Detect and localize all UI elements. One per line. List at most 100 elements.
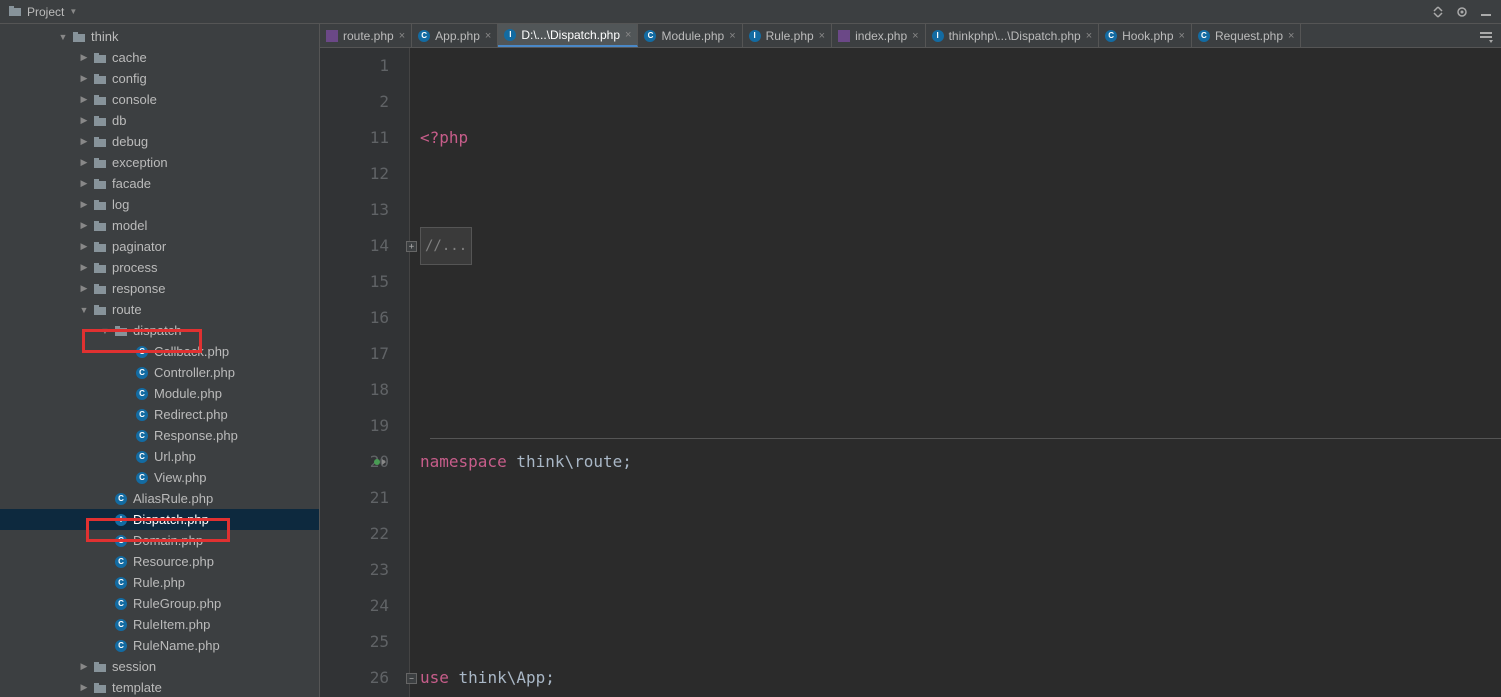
- tree-folder[interactable]: ▶ paginator: [0, 236, 319, 257]
- tree-label: db: [112, 113, 126, 128]
- folder-icon: [93, 681, 107, 695]
- tree-folder-think[interactable]: ▼ think: [0, 26, 319, 47]
- folder-icon: [93, 114, 107, 128]
- chevron-right-icon: ▶: [79, 200, 89, 210]
- tree-file[interactable]: CModule.php: [0, 383, 319, 404]
- tree-folder[interactable]: ▶config: [0, 68, 319, 89]
- tree-label: session: [112, 659, 156, 674]
- tree-folder[interactable]: ▶cache: [0, 47, 319, 68]
- close-icon[interactable]: ×: [625, 29, 631, 41]
- tree-file[interactable]: CView.php: [0, 467, 319, 488]
- class-icon: C: [114, 597, 128, 611]
- tree-file[interactable]: CController.php: [0, 362, 319, 383]
- editor-tab[interactable]: ID:\...\Dispatch.php×: [498, 24, 638, 47]
- folder-icon: [114, 324, 128, 338]
- folded-comment[interactable]: //...: [420, 227, 472, 265]
- line-number: 22: [320, 516, 389, 552]
- code-editor[interactable]: 121112131415161718192021222324252627 <?p…: [320, 48, 1501, 697]
- tree-file-dispatch-php[interactable]: I Dispatch.php: [0, 509, 319, 530]
- folder-icon: [93, 282, 107, 296]
- close-icon[interactable]: ×: [912, 30, 918, 42]
- close-icon[interactable]: ×: [1288, 30, 1294, 42]
- tree-file[interactable]: CUrl.php: [0, 446, 319, 467]
- gear-icon[interactable]: [1455, 5, 1469, 19]
- tree-folder[interactable]: ▶console: [0, 89, 319, 110]
- editor-area: route.php×CApp.php×ID:\...\Dispatch.php×…: [320, 24, 1501, 697]
- tree-label: View.php: [154, 470, 207, 485]
- editor-tab[interactable]: route.php×: [320, 24, 412, 47]
- tabbar-overflow[interactable]: [1471, 24, 1501, 47]
- tree-label: Url.php: [154, 449, 196, 464]
- folder-icon: [93, 198, 107, 212]
- tree-folder[interactable]: ▶exception: [0, 152, 319, 173]
- minimize-icon[interactable]: [1479, 5, 1493, 19]
- tree-folder-route[interactable]: ▼ route: [0, 299, 319, 320]
- class-icon: C: [114, 639, 128, 653]
- folder-icon: [93, 156, 107, 170]
- fold-expand-icon[interactable]: +: [406, 241, 417, 252]
- implements-marker-icon[interactable]: [373, 455, 387, 469]
- close-icon[interactable]: ×: [729, 30, 735, 42]
- tree-file[interactable]: CRuleItem.php: [0, 614, 319, 635]
- file-type-icon: C: [418, 30, 430, 42]
- tree-file[interactable]: C RuleGroup.php: [0, 593, 319, 614]
- tree-label: paginator: [112, 239, 166, 254]
- tree-folder[interactable]: ▶model: [0, 215, 319, 236]
- chevron-down-icon: ▼: [79, 305, 89, 315]
- tree-file[interactable]: CCallback.php: [0, 341, 319, 362]
- class-icon: C: [135, 345, 149, 359]
- tab-label: Hook.php: [1122, 29, 1173, 43]
- fold-collapse-icon[interactable]: −: [406, 673, 417, 684]
- tree-folder[interactable]: ▶response: [0, 278, 319, 299]
- tree-folder[interactable]: ▶debug: [0, 131, 319, 152]
- tree-label: process: [112, 260, 158, 275]
- editor-tab[interactable]: CRequest.php×: [1192, 24, 1302, 47]
- code-text: think\App;: [449, 660, 555, 696]
- project-tree-panel: ▼ think ▶cache▶config▶console▶db▶debug▶e…: [0, 24, 320, 697]
- editor-tab[interactable]: CHook.php×: [1099, 24, 1192, 47]
- tree-folder[interactable]: ▶log: [0, 194, 319, 215]
- tree-folder[interactable]: ▶template: [0, 677, 319, 697]
- tree-file[interactable]: CRule.php: [0, 572, 319, 593]
- close-icon[interactable]: ×: [399, 30, 405, 42]
- tree-label: Resource.php: [133, 554, 214, 569]
- code-content[interactable]: <?php + //... namespace think\route; −us…: [410, 48, 1501, 697]
- chevron-right-icon: ▶: [79, 263, 89, 273]
- folder-icon: [93, 219, 107, 233]
- project-dropdown[interactable]: Project ▼: [0, 5, 85, 19]
- chevron-right-icon: ▶: [79, 242, 89, 252]
- folder-icon: [93, 660, 107, 674]
- chevron-right-icon: ▶: [79, 179, 89, 189]
- class-icon: C: [135, 387, 149, 401]
- close-icon[interactable]: ×: [485, 30, 491, 42]
- tree-label: Domain.php: [133, 533, 203, 548]
- tree-label: RuleGroup.php: [133, 596, 221, 611]
- chevron-right-icon: ▶: [79, 137, 89, 147]
- tree-file[interactable]: CRuleName.php: [0, 635, 319, 656]
- chevron-down-icon: ▼: [58, 32, 68, 42]
- editor-tab[interactable]: index.php×: [832, 24, 925, 47]
- tree-file[interactable]: CAliasRule.php: [0, 488, 319, 509]
- folder-icon: [93, 135, 107, 149]
- close-icon[interactable]: ×: [819, 30, 825, 42]
- editor-tab[interactable]: Ithinkphp\...\Dispatch.php×: [926, 24, 1100, 47]
- editor-tab[interactable]: CApp.php×: [412, 24, 498, 47]
- tree-file[interactable]: CResource.php: [0, 551, 319, 572]
- tree-label: route: [112, 302, 142, 317]
- tree-file[interactable]: CDomain.php: [0, 530, 319, 551]
- close-icon[interactable]: ×: [1179, 30, 1185, 42]
- tree-file[interactable]: CRedirect.php: [0, 404, 319, 425]
- gutter: 121112131415161718192021222324252627: [320, 48, 410, 697]
- tree-folder[interactable]: ▶db: [0, 110, 319, 131]
- tree-label: Dispatch.php: [133, 512, 209, 527]
- close-icon[interactable]: ×: [1086, 30, 1092, 42]
- tree-folder[interactable]: ▶ process: [0, 257, 319, 278]
- editor-tab[interactable]: CModule.php×: [638, 24, 742, 47]
- tree-folder[interactable]: ▶facade: [0, 173, 319, 194]
- tree-file[interactable]: CResponse.php: [0, 425, 319, 446]
- code-text: namespace: [420, 444, 507, 480]
- editor-tab[interactable]: IRule.php×: [743, 24, 832, 47]
- tree-folder-dispatch[interactable]: ▼ dispatch: [0, 320, 319, 341]
- collapse-icon[interactable]: [1431, 5, 1445, 19]
- tree-folder[interactable]: ▶session: [0, 656, 319, 677]
